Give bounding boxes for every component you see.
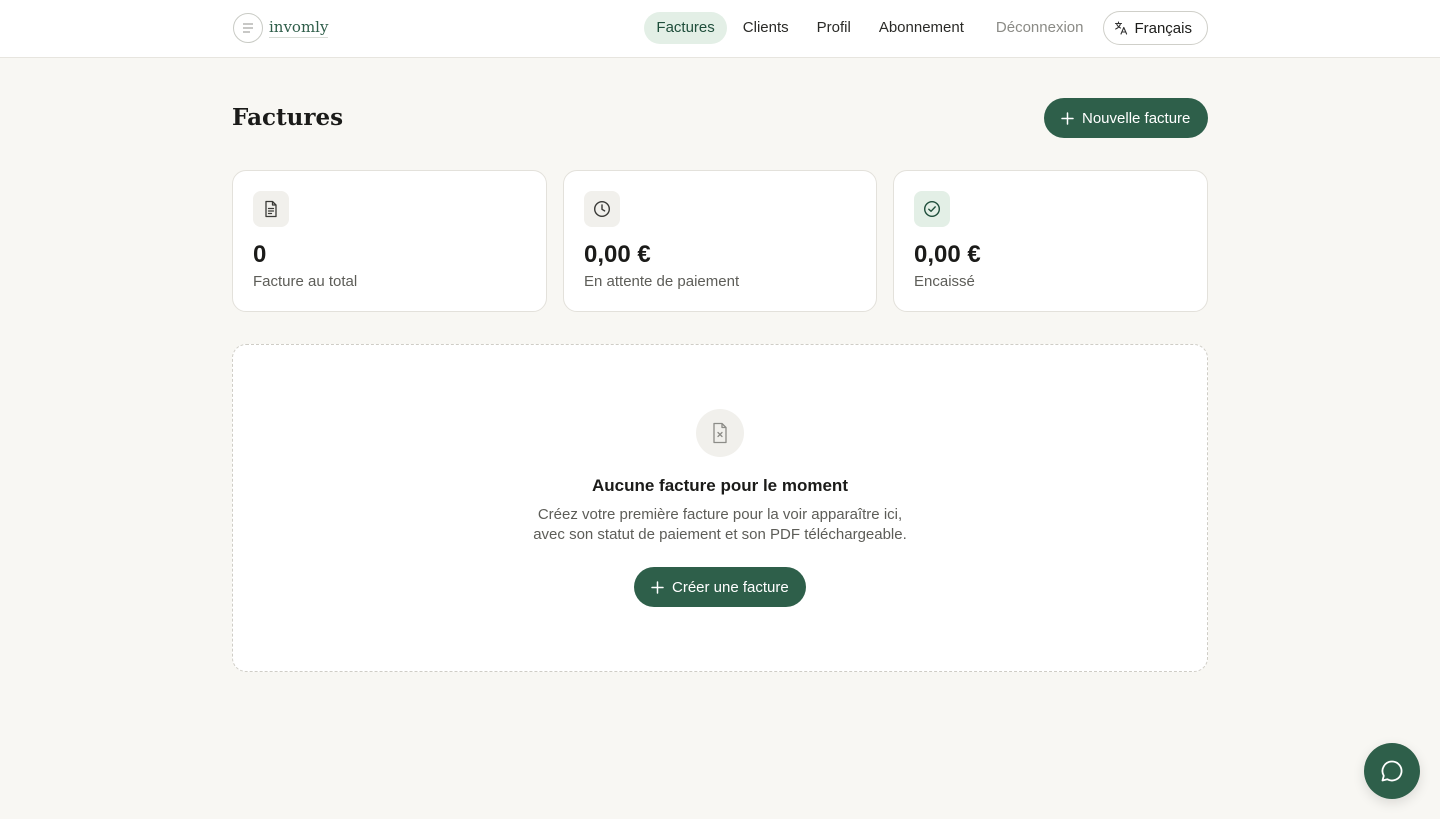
chat-button[interactable] — [1364, 743, 1420, 799]
create-invoice-button[interactable]: Créer une facture — [634, 567, 806, 607]
stat-label: Facture au total — [253, 273, 358, 290]
new-invoice-button[interactable]: Nouvelle facture — [1044, 98, 1208, 138]
create-invoice-label: Créer une facture — [672, 578, 789, 596]
empty-state-description-line: Créez votre première facture pour la voi… — [537, 506, 903, 523]
empty-state-description-line: avec son statut de paiement et son PDF t… — [533, 526, 907, 543]
menu-lines-icon[interactable] — [233, 13, 263, 43]
stat-card-pending: 0,00 € En attente de paiement — [563, 170, 877, 312]
stat-value: 0,00 € — [584, 241, 651, 268]
new-invoice-label: Nouvelle facture — [1082, 109, 1191, 127]
empty-state-description: Créez votre première facture pour la voi… — [233, 505, 1207, 545]
nav-item-profil[interactable]: Profil — [805, 12, 863, 44]
stat-label: Encaissé — [914, 273, 975, 290]
stat-card-total: 0 Facture au total — [232, 170, 547, 312]
nav-item-factures[interactable]: Factures — [644, 12, 727, 44]
empty-state-title: Aucune facture pour le moment — [592, 476, 848, 495]
chat-bubble-icon — [1381, 760, 1403, 782]
top-navigation-bar: invomly Factures Clients Profil Abonneme… — [0, 0, 1440, 58]
plus-icon — [651, 580, 664, 594]
logout-link[interactable]: Déconnexion — [984, 12, 1096, 44]
nav-item-abonnement[interactable]: Abonnement — [867, 12, 976, 44]
check-circle-icon — [914, 191, 950, 227]
language-selector[interactable]: Français — [1103, 11, 1208, 45]
brand-name: invomly — [269, 18, 329, 38]
clock-icon — [584, 191, 620, 227]
brand[interactable]: invomly — [233, 13, 329, 43]
translate-icon — [1115, 21, 1128, 35]
stat-value: 0 — [253, 241, 267, 268]
nav-item-clients[interactable]: Clients — [731, 12, 801, 44]
document-icon — [253, 191, 289, 227]
main-nav: Factures Clients Profil Abonnement Décon… — [640, 11, 1208, 45]
stat-value: 0,00 € — [914, 241, 981, 268]
file-x-icon — [696, 409, 744, 457]
plus-icon — [1061, 111, 1074, 125]
stat-card-collected: 0,00 € Encaissé — [893, 170, 1208, 312]
page-title: Factures — [232, 104, 344, 131]
stat-label: En attente de paiement — [584, 273, 740, 290]
language-label: Français — [1134, 19, 1192, 37]
empty-state: Aucune facture pour le moment Créez votr… — [232, 344, 1208, 672]
